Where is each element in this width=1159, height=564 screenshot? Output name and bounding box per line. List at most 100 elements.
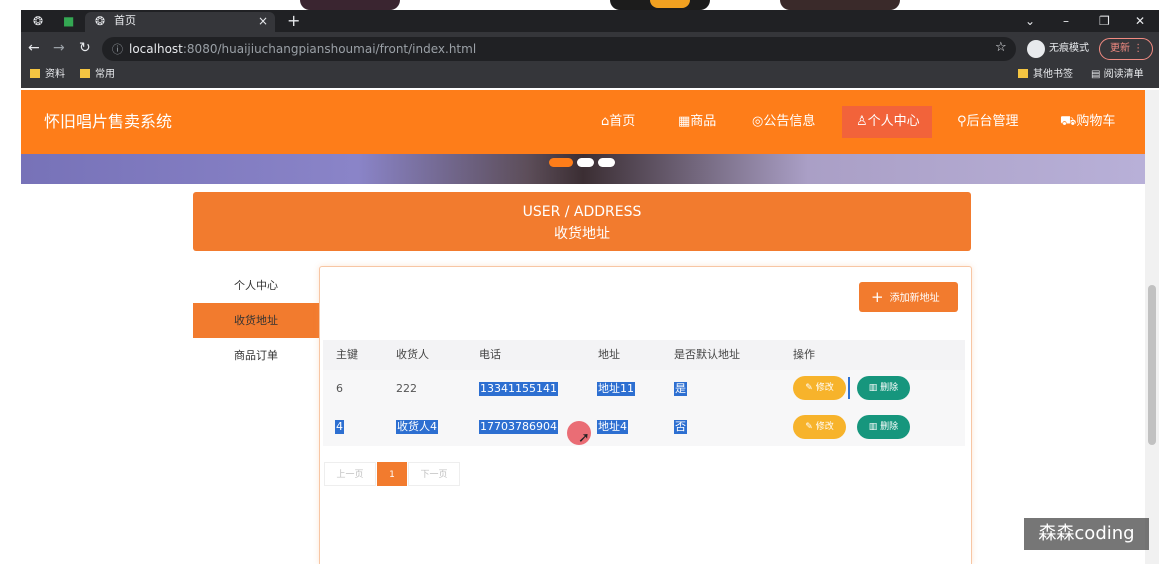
cell-address: 地址4: [597, 420, 628, 434]
background-decoration: [650, 0, 690, 8]
bookmark-label: 资料: [45, 69, 65, 80]
current-page-button[interactable]: 1: [377, 462, 407, 486]
reading-list-icon: ▤: [1091, 69, 1104, 80]
mouse-pointer-icon: ➚: [578, 430, 590, 446]
cell-id: 4: [335, 420, 344, 434]
pencil-icon: ✎: [805, 383, 816, 393]
user-icon: ♙: [856, 114, 868, 129]
selection-cursor: [848, 377, 850, 399]
side-item-orders[interactable]: 商品订单: [193, 338, 320, 373]
bookmark-label: 常用: [95, 69, 115, 80]
section-title-cn: 收货地址: [554, 226, 610, 242]
th-phone: 电话: [479, 348, 501, 361]
side-item-user-center[interactable]: 个人中心: [193, 268, 320, 303]
incognito-label: 无痕模式: [1049, 43, 1089, 54]
carousel-dot[interactable]: [598, 158, 615, 167]
cell-default: 是: [674, 382, 687, 396]
th-id: 主键: [336, 348, 358, 361]
nav-label: 后台管理: [966, 114, 1019, 129]
background-decoration: [300, 0, 400, 10]
th-default: 是否默认地址: [674, 348, 740, 361]
delete-label: 删除: [880, 383, 899, 393]
announcement-icon: ◎: [752, 114, 764, 129]
other-bookmarks[interactable]: 其他书签: [1018, 68, 1073, 82]
tab-title: 首页: [114, 14, 136, 27]
side-item-address[interactable]: 收货地址: [193, 303, 320, 338]
carousel-dot-active[interactable]: [549, 158, 573, 167]
page-background-left: [0, 10, 21, 564]
restore-icon[interactable]: ❐: [1099, 12, 1110, 30]
background-decoration: [780, 0, 900, 10]
close-window-icon[interactable]: ✕: [1135, 12, 1145, 30]
nav-products[interactable]: ▦商品: [678, 113, 716, 131]
update-label: 更新: [1110, 43, 1130, 54]
add-address-label: 添加新地址: [889, 293, 940, 304]
cell-phone: 17703786904: [479, 420, 558, 434]
add-address-button[interactable]: + 添加新地址: [859, 282, 958, 312]
edit-label: 修改: [815, 383, 834, 393]
cell-id: 6: [336, 382, 343, 395]
reload-icon[interactable]: ↻: [79, 38, 91, 58]
update-button[interactable]: 更新 ⋮: [1099, 38, 1153, 60]
delete-label: 删除: [880, 422, 899, 432]
nav-home[interactable]: ⌂首页: [601, 113, 635, 131]
incognito-icon: [1027, 40, 1045, 58]
nav-user-center[interactable]: ♙个人中心: [856, 113, 920, 131]
edit-label: 修改: [815, 422, 834, 432]
close-tab-icon[interactable]: ×: [258, 12, 268, 30]
bookmark-star-icon[interactable]: ☆: [995, 40, 1007, 55]
edit-button[interactable]: ✎ 修改: [793, 376, 846, 400]
section-title-en: USER / ADDRESS: [522, 204, 642, 220]
page-background-top: [0, 0, 1159, 10]
tab-search-icon[interactable]: ⌄: [1025, 12, 1035, 30]
nav-label: 首页: [609, 114, 636, 129]
th-address: 地址: [598, 348, 620, 361]
cell-phone: 13341155141: [479, 382, 558, 396]
sheet-icon[interactable]: ■: [63, 10, 74, 32]
scrollbar-thumb[interactable]: [1148, 285, 1156, 445]
nav-announcements[interactable]: ◎公告信息: [752, 113, 815, 131]
bookmark-folder-changyong[interactable]: 常用: [80, 68, 115, 82]
delete-button[interactable]: ▥ 删除: [857, 376, 910, 400]
products-icon: ▦: [678, 114, 691, 129]
back-icon[interactable]: ←: [28, 38, 40, 58]
next-page-button[interactable]: 下一页: [408, 462, 460, 486]
chrome-icon[interactable]: ❂: [33, 10, 43, 32]
reading-list-label: 阅读清单: [1103, 69, 1144, 80]
folder-icon: [30, 69, 40, 78]
edit-button[interactable]: ✎ 修改: [793, 415, 846, 439]
globe-icon: ❂: [95, 14, 106, 28]
url-path: :8080/huaijiuchangpianshoumai/front/inde…: [182, 42, 477, 56]
folder-icon: [1018, 69, 1028, 78]
url-text[interactable]: localhost:8080/huaijiuchangpianshoumai/f…: [129, 40, 476, 58]
trash-icon: ▥: [868, 422, 881, 432]
pencil-icon: ✎: [805, 422, 816, 432]
minimize-icon[interactable]: –: [1063, 12, 1069, 30]
cell-address: 地址11: [597, 382, 635, 396]
new-tab-button[interactable]: +: [287, 11, 300, 31]
link-icon: ⚲: [957, 114, 967, 129]
site-info-icon[interactable]: ⓘ: [112, 40, 123, 60]
watermark: 森森coding: [1024, 518, 1149, 550]
cell-name: 收货人4: [396, 420, 438, 434]
nav-label: 个人中心: [867, 114, 920, 129]
nav-admin[interactable]: ⚲后台管理: [957, 113, 1019, 131]
nav-label: 商品: [690, 114, 717, 129]
url-host: localhost: [129, 42, 183, 56]
reading-list[interactable]: ▤ 阅读清单: [1091, 68, 1144, 82]
bookmarks-bar: [21, 64, 1159, 88]
nav-label: 公告信息: [763, 114, 816, 129]
prev-page-button[interactable]: 上一页: [324, 462, 376, 486]
th-actions: 操作: [793, 348, 815, 361]
bookmark-folder-ziliao[interactable]: 资料: [30, 68, 65, 82]
trash-icon: ▥: [868, 383, 881, 393]
site-logo[interactable]: 怀旧唱片售卖系统: [44, 110, 172, 134]
carousel-dot[interactable]: [577, 158, 594, 167]
forward-icon[interactable]: →: [53, 38, 65, 58]
plus-icon: +: [871, 288, 884, 306]
nav-cart[interactable]: ⛟购物车: [1060, 113, 1115, 131]
nav-label: 购物车: [1076, 114, 1116, 129]
cart-icon: ⛟: [1060, 114, 1077, 129]
delete-button[interactable]: ▥ 删除: [857, 415, 910, 439]
cell-name: 222: [396, 382, 417, 395]
